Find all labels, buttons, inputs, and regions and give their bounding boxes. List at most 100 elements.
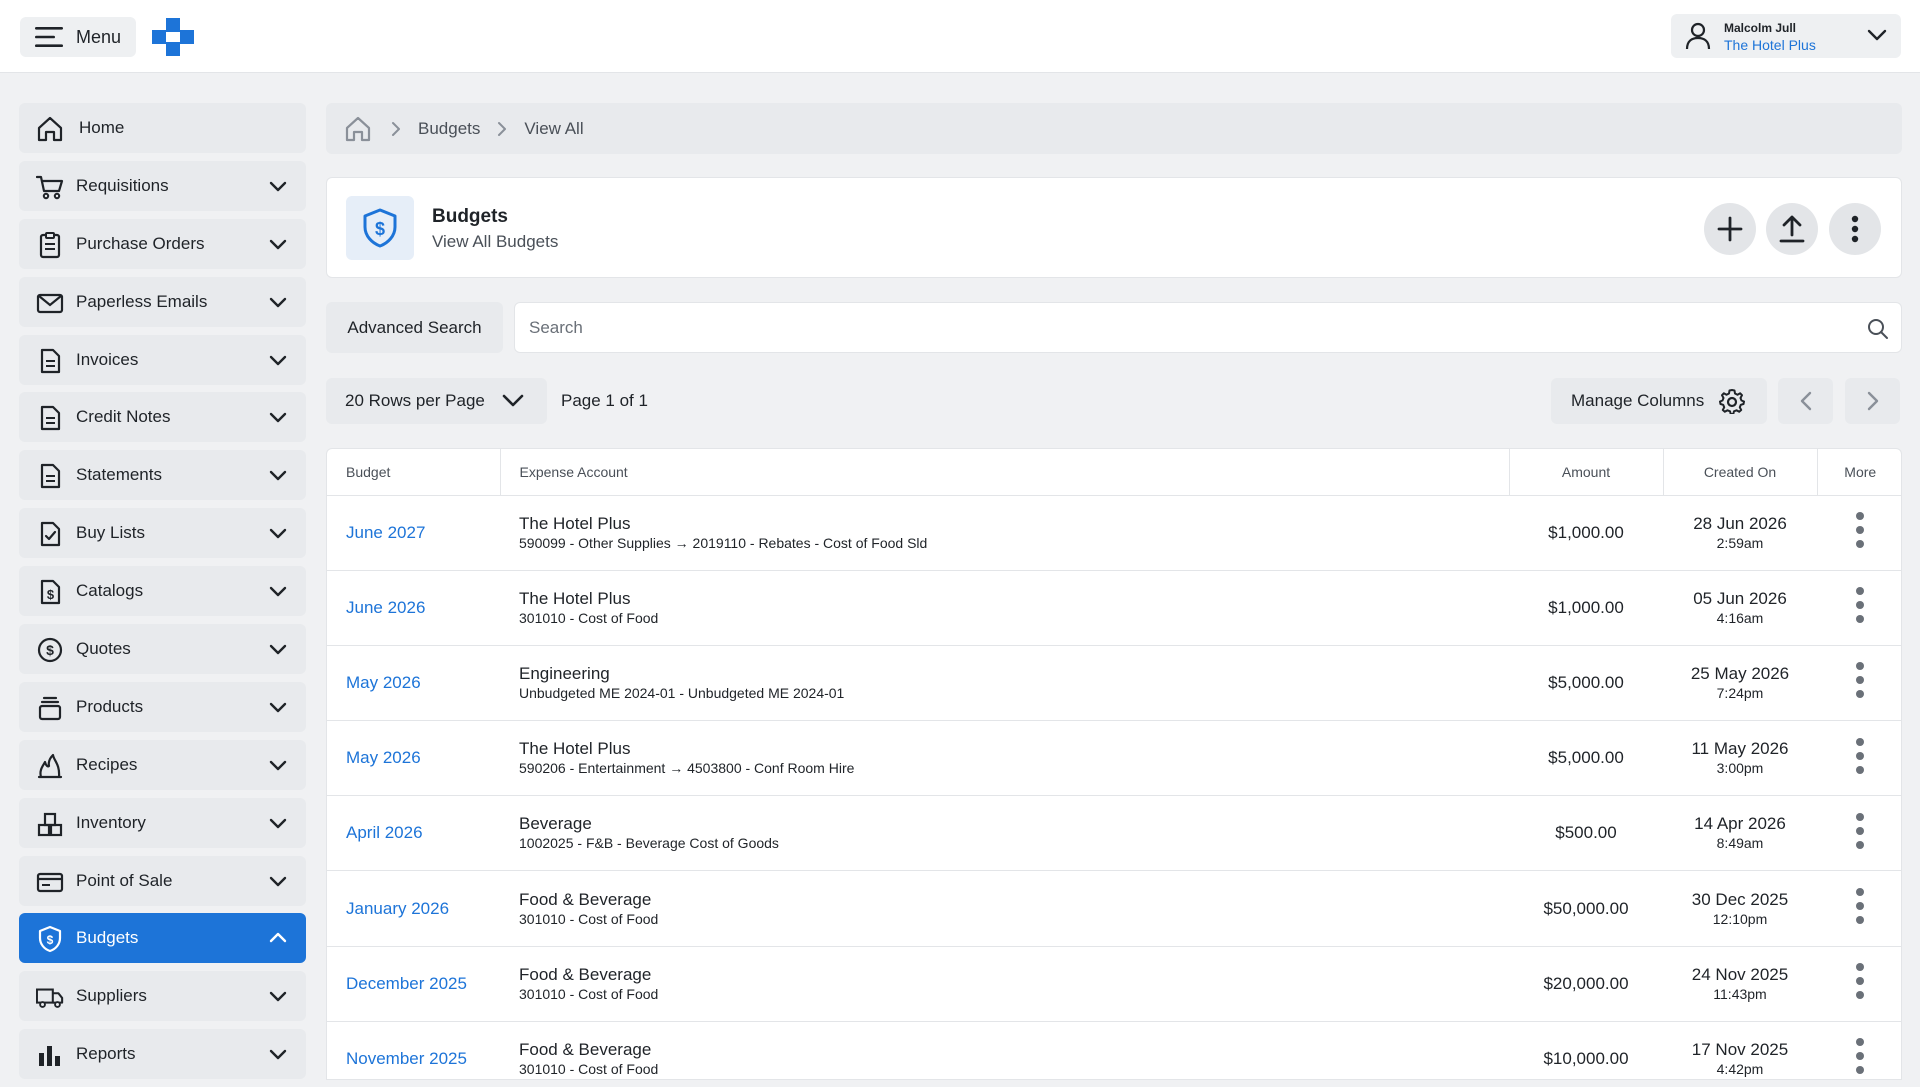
- sidebar-item-purchase-orders[interactable]: Purchase Orders: [19, 218, 306, 269]
- sidebar-item-quotes[interactable]: $ Quotes: [19, 624, 306, 675]
- chevron-down-icon: [269, 466, 287, 484]
- user-name: Malcolm Jull: [1724, 21, 1797, 35]
- svg-text:$: $: [375, 219, 385, 239]
- row-actions-icon[interactable]: [1855, 660, 1865, 700]
- column-header-created-on[interactable]: Created On: [1663, 449, 1818, 496]
- table-row[interactable]: November 2025 Food & Beverage 301010 - C…: [327, 1021, 1901, 1079]
- chevron-down-icon: [269, 582, 287, 600]
- sidebar-item-label: Inventory: [76, 812, 146, 832]
- table-row[interactable]: June 2027 The Hotel Plus 590099 - Other …: [327, 495, 1901, 571]
- budget-link[interactable]: May 2026: [327, 720, 500, 797]
- sidebar-item-credit-notes[interactable]: Credit Notes: [19, 392, 306, 443]
- user-icon: [1685, 22, 1711, 50]
- budget-link[interactable]: December 2025: [327, 946, 500, 1022]
- chevron-down-icon: [269, 1045, 287, 1063]
- page-title: Budgets: [432, 206, 508, 227]
- sidebar-item-label: Credit Notes: [76, 407, 171, 427]
- advanced-search-button[interactable]: Advanced Search: [326, 302, 503, 353]
- expense-account-name: Food & Beverage: [519, 1039, 652, 1059]
- table-row[interactable]: May 2026 The Hotel Plus 590206 - Enterta…: [327, 720, 1901, 797]
- table-row[interactable]: January 2026 Food & Beverage 301010 - Co…: [327, 870, 1901, 947]
- table-header-row: Budget Expense Account Amount Created On…: [327, 449, 1901, 496]
- row-actions-icon[interactable]: [1855, 1036, 1865, 1076]
- amount-cell: $50,000.00: [1509, 870, 1663, 947]
- expense-account-cell: Engineering Unbudgeted ME 2024-01 - Unbu…: [500, 645, 1509, 722]
- document-icon: [36, 404, 64, 432]
- dollar-circle-icon: $: [36, 636, 64, 664]
- sidebar-item-inventory[interactable]: Inventory: [19, 797, 306, 848]
- rows-per-page-select[interactable]: 20 Rows per Page: [326, 378, 547, 424]
- app-logo[interactable]: [152, 18, 194, 56]
- sidebar-item-recipes[interactable]: Recipes: [19, 739, 306, 790]
- sidebar-item-point-of-sale[interactable]: Point of Sale: [19, 855, 306, 906]
- sidebar-item-home[interactable]: Home: [19, 103, 306, 153]
- expense-account-name: Engineering: [519, 663, 610, 683]
- row-actions-icon[interactable]: [1855, 736, 1865, 776]
- budget-link[interactable]: January 2026: [327, 870, 500, 947]
- more-actions-button[interactable]: [1829, 203, 1881, 255]
- expense-account-name: The Hotel Plus: [519, 739, 631, 759]
- sidebar-item-budgets[interactable]: $ Budgets: [19, 913, 306, 964]
- amount-cell: $10,000.00: [1509, 1021, 1663, 1079]
- clipboard-icon: [36, 231, 64, 259]
- budget-link[interactable]: June 2027: [327, 495, 500, 571]
- rows-per-page-label: 20 Rows per Page: [345, 391, 485, 410]
- sidebar-item-reports[interactable]: Reports: [19, 1029, 306, 1080]
- budget-link[interactable]: November 2025: [327, 1021, 500, 1079]
- table-row[interactable]: June 2026 The Hotel Plus 301010 - Cost o…: [327, 570, 1901, 646]
- budget-link[interactable]: May 2026: [327, 645, 500, 722]
- bar-chart-icon: [36, 1041, 64, 1069]
- more-cell: [1817, 1021, 1901, 1079]
- next-page-button[interactable]: [1845, 378, 1900, 424]
- row-actions-icon[interactable]: [1855, 585, 1865, 625]
- sidebar-item-buy-lists[interactable]: Buy Lists: [19, 508, 306, 559]
- top-bar: Menu Malcolm Jull The Hotel Plus: [0, 0, 1920, 73]
- previous-page-button[interactable]: [1778, 378, 1833, 424]
- checklist-icon: [36, 520, 64, 548]
- sidebar-item-requisitions[interactable]: Requisitions: [19, 160, 306, 211]
- table-row[interactable]: May 2026 Engineering Unbudgeted ME 2024-…: [327, 645, 1901, 722]
- sidebar-item-paperless-emails[interactable]: Paperless Emails: [19, 276, 306, 327]
- row-actions-icon[interactable]: [1855, 886, 1865, 926]
- expense-account-cell: The Hotel Plus 590206 - Entertainment → …: [500, 720, 1509, 797]
- sidebar-item-statements[interactable]: Statements: [19, 450, 306, 501]
- created-time: 12:10pm: [1712, 910, 1768, 927]
- table-row[interactable]: April 2026 Beverage 1002025 - F&B - Beve…: [327, 795, 1901, 872]
- expense-account-cell: Food & Beverage 301010 - Cost of Food: [500, 1021, 1509, 1079]
- sidebar-item-invoices[interactable]: Invoices: [19, 334, 306, 385]
- chevron-right-icon: [1866, 391, 1880, 411]
- add-budget-button[interactable]: [1704, 203, 1756, 255]
- table-row[interactable]: December 2025 Food & Beverage 301010 - C…: [327, 946, 1901, 1022]
- budget-link[interactable]: April 2026: [327, 795, 500, 872]
- chevron-down-icon: [269, 756, 287, 774]
- upload-button[interactable]: [1766, 203, 1818, 255]
- column-header-budget[interactable]: Budget: [327, 449, 501, 496]
- svg-text:$: $: [47, 933, 54, 947]
- column-header-expense-account[interactable]: Expense Account: [500, 449, 1510, 496]
- sidebar-item-suppliers[interactable]: Suppliers: [19, 971, 306, 1022]
- credit-card-icon: [36, 868, 64, 896]
- search-icon[interactable]: [1867, 318, 1889, 340]
- search-input[interactable]: [529, 315, 1829, 341]
- sidebar-item-catalogs[interactable]: $ Catalogs: [19, 566, 306, 617]
- home-icon[interactable]: [344, 115, 372, 143]
- chevron-down-icon: [269, 177, 287, 195]
- row-actions-icon[interactable]: [1855, 961, 1865, 1001]
- sidebar-item-products[interactable]: Products: [19, 681, 306, 732]
- row-actions-icon[interactable]: [1855, 510, 1865, 550]
- manage-columns-button[interactable]: Manage Columns: [1551, 378, 1767, 424]
- created-time: 4:16am: [1716, 609, 1764, 626]
- truck-icon: [36, 983, 64, 1011]
- menu-button[interactable]: Menu: [20, 17, 136, 57]
- row-actions-icon[interactable]: [1855, 811, 1865, 851]
- upload-icon: [1778, 214, 1806, 244]
- budget-link[interactable]: June 2026: [327, 570, 500, 646]
- created-time: 7:24pm: [1716, 684, 1764, 701]
- user-menu[interactable]: Malcolm Jull The Hotel Plus: [1671, 14, 1901, 58]
- breadcrumb-budgets[interactable]: Budgets: [418, 119, 480, 139]
- more-cell: [1817, 946, 1901, 1022]
- chevron-down-icon: [269, 351, 287, 369]
- column-header-amount[interactable]: Amount: [1509, 449, 1664, 496]
- cart-icon: [36, 173, 64, 201]
- sidebar-item-label: Suppliers: [76, 986, 147, 1006]
